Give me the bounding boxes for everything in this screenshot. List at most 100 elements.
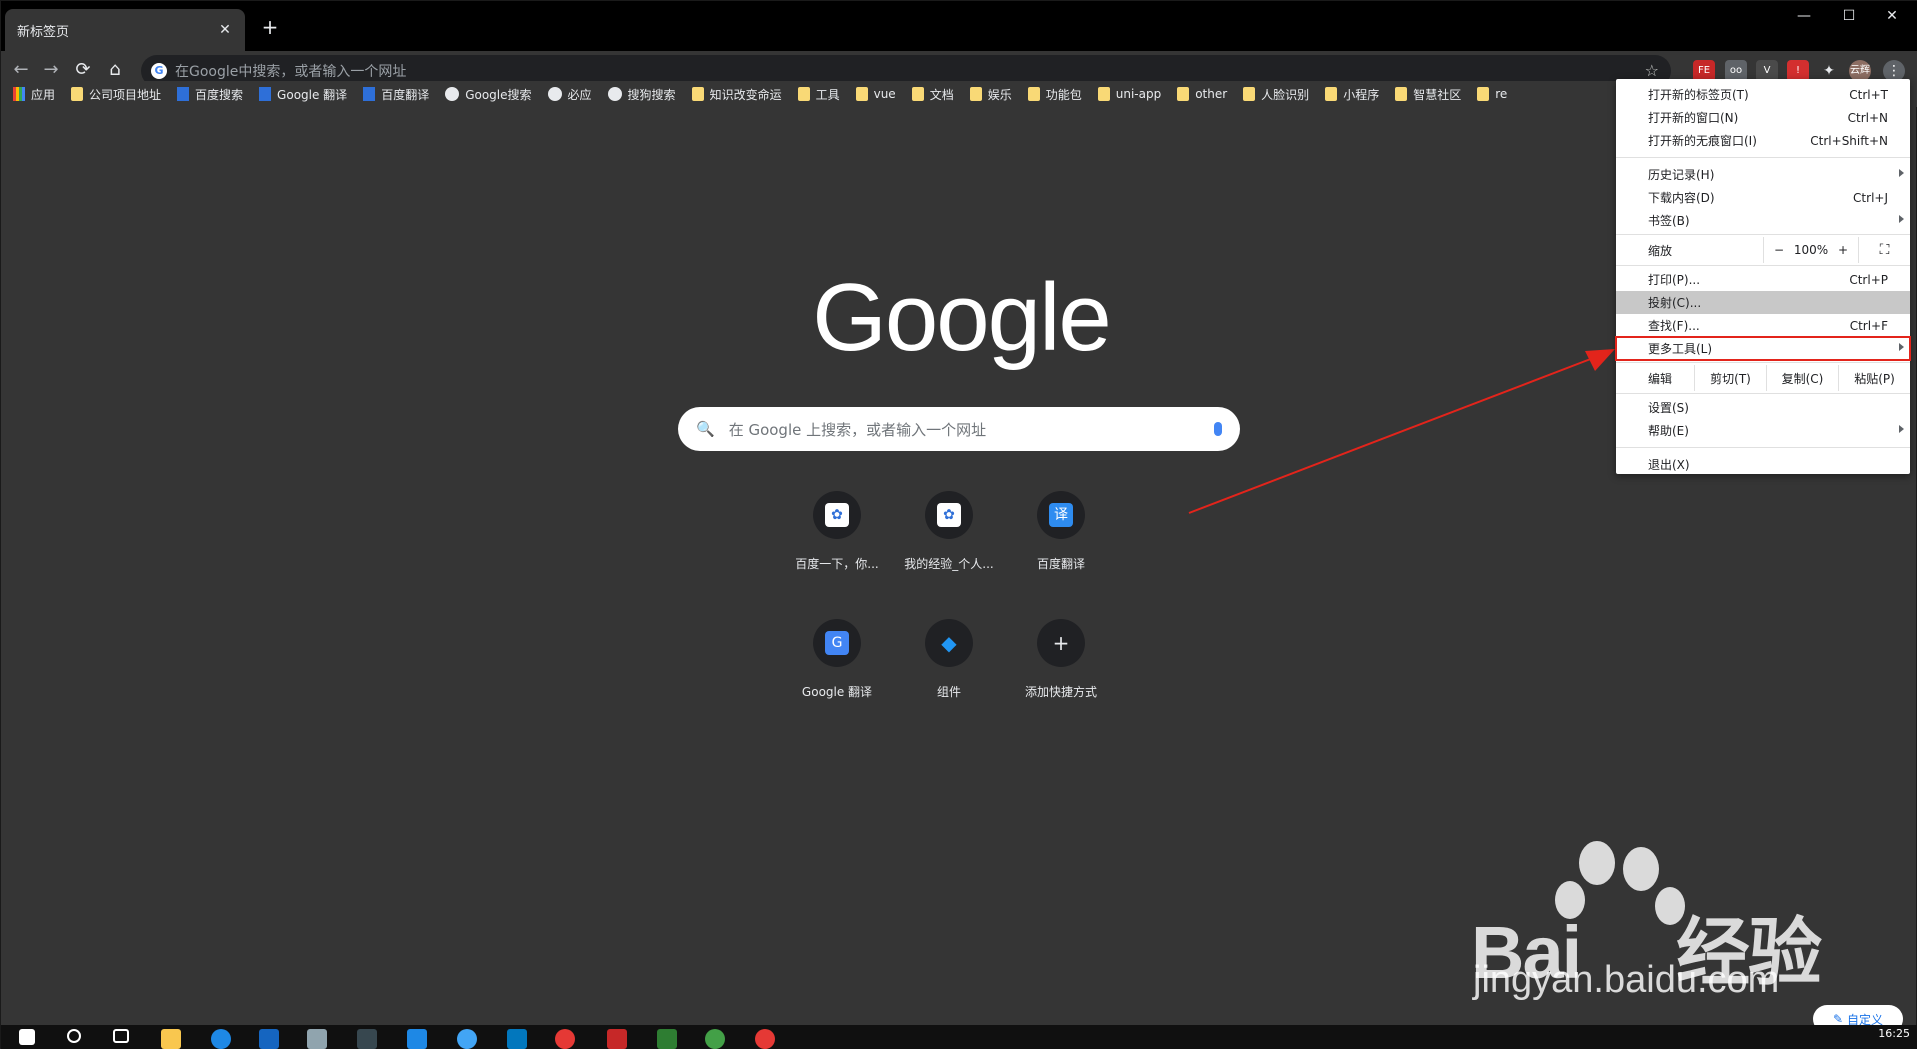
- windows-start-icon[interactable]: [19, 1029, 35, 1045]
- wps-icon[interactable]: [407, 1029, 427, 1049]
- bookmark-item[interactable]: 搜狗搜索: [607, 86, 676, 103]
- ntp-search-box[interactable]: 🔍 在 Google 上搜索，或者输入一个网址: [678, 407, 1240, 451]
- bookmark-item[interactable]: Google 翻译: [259, 86, 347, 103]
- feishu-icon[interactable]: [457, 1029, 477, 1049]
- shortcut-tile[interactable]: 译 百度翻译: [1005, 491, 1117, 572]
- paste-button[interactable]: 粘贴(P): [1838, 365, 1910, 391]
- close-icon[interactable]: ✕: [217, 22, 233, 38]
- menu-item-settings[interactable]: 设置(S): [1616, 396, 1910, 419]
- add-shortcut-tile[interactable]: + 添加快捷方式: [1005, 619, 1117, 700]
- bookmark-item[interactable]: 智慧社区: [1395, 86, 1461, 103]
- bookmark-item[interactable]: 百度搜索: [177, 86, 243, 103]
- filezilla-icon[interactable]: [607, 1029, 627, 1049]
- tile-label: 百度翻译: [1036, 557, 1085, 571]
- bookmark-label: 公司项目地址: [89, 87, 162, 102]
- cut-button[interactable]: 剪切(T): [1694, 365, 1766, 391]
- bookmark-item[interactable]: 必应: [547, 86, 592, 103]
- menu-item-bookmarks[interactable]: 书签(B): [1616, 209, 1910, 232]
- menu-item-more-tools[interactable]: 更多工具(L): [1615, 336, 1911, 361]
- bookmark-label: 知识改变命运: [709, 87, 782, 102]
- menu-shortcut: Ctrl+Shift+N: [1810, 133, 1888, 148]
- shortcut-tile[interactable]: ✿ 百度一下，你...: [781, 491, 893, 572]
- menu-divider: [1616, 393, 1910, 394]
- watermark-url: jingyan.baidu.com: [1473, 959, 1780, 1001]
- bookmark-item[interactable]: other: [1177, 87, 1227, 101]
- bookmark-label: vue: [873, 87, 896, 101]
- menu-item-history[interactable]: 历史记录(H): [1616, 163, 1910, 186]
- menu-item-new-window[interactable]: 打开新的窗口(N) Ctrl+N: [1616, 106, 1910, 129]
- window-close-button[interactable]: ✕: [1864, 1, 1917, 31]
- menu-label: 设置(S): [1648, 401, 1689, 415]
- fullscreen-icon[interactable]: ⛶: [1858, 237, 1910, 263]
- bookmark-item[interactable]: 人脸识别: [1243, 86, 1309, 103]
- file-explorer-icon[interactable]: [161, 1029, 181, 1049]
- menu-item-help[interactable]: 帮助(E): [1616, 419, 1910, 442]
- bookmark-label: 百度翻译: [381, 87, 430, 102]
- menu-label: 书签(B): [1648, 214, 1690, 228]
- hbuilder-icon[interactable]: [657, 1029, 677, 1049]
- menu-label: 更多工具(L): [1648, 342, 1713, 356]
- baidu-icon: ✿: [937, 503, 961, 527]
- reload-icon[interactable]: ⟳: [71, 59, 95, 83]
- baidu-icon: ✿: [825, 503, 849, 527]
- bookmark-star-icon[interactable]: ☆: [1645, 61, 1659, 80]
- wechat-icon[interactable]: [705, 1029, 725, 1049]
- folder-icon: [1177, 87, 1190, 101]
- home-icon[interactable]: ⌂: [103, 59, 127, 83]
- zoom-in-button[interactable]: +: [1828, 237, 1858, 263]
- menu-item-find[interactable]: 查找(F)... Ctrl+F: [1616, 314, 1910, 337]
- back-icon[interactable]: ←: [9, 59, 33, 83]
- forward-icon[interactable]: →: [39, 59, 63, 83]
- globe-icon: [547, 87, 562, 101]
- folder-icon: [1477, 87, 1490, 101]
- shortcut-tile[interactable]: ✿ 我的经验_个人...: [893, 491, 1005, 572]
- shortcut-tile[interactable]: ◆ 组件: [893, 619, 1005, 700]
- bookmark-item[interactable]: 工具: [797, 86, 840, 103]
- google-logo: Google: [812, 264, 1112, 371]
- tab-title: 新标签页: [17, 24, 70, 40]
- menu-shortcut: Ctrl+F: [1849, 318, 1888, 333]
- bookmark-label: 娱乐: [987, 87, 1012, 102]
- bookmark-item[interactable]: 知识改变命运: [691, 86, 782, 103]
- menu-edit-row: 编辑 剪切(T) 复制(C) 粘贴(P): [1616, 365, 1910, 391]
- bookmark-item[interactable]: 小程序: [1325, 86, 1379, 103]
- menu-item-cast[interactable]: 投射(C)...: [1616, 291, 1910, 314]
- bookmark-item[interactable]: 文档: [911, 86, 954, 103]
- browser-icon[interactable]: [211, 1029, 231, 1049]
- menu-item-exit[interactable]: 退出(X): [1616, 453, 1910, 476]
- task-view-icon[interactable]: [113, 1029, 129, 1043]
- menu-divider: [1616, 265, 1910, 266]
- chrome-icon[interactable]: [555, 1029, 575, 1049]
- shortcut-tile[interactable]: G Google 翻译: [781, 619, 893, 700]
- bookmark-item[interactable]: 功能包: [1027, 86, 1082, 103]
- menu-item-new-incognito[interactable]: 打开新的无痕窗口(I) Ctrl+Shift+N: [1616, 129, 1910, 152]
- bookmark-item[interactable]: re: [1477, 87, 1507, 101]
- bookmark-item[interactable]: vue: [855, 87, 896, 101]
- new-tab-button[interactable]: +: [257, 15, 283, 41]
- bookmark-item[interactable]: 公司项目地址: [71, 86, 161, 103]
- baidu-icon: [177, 87, 190, 101]
- copy-button[interactable]: 复制(C): [1766, 365, 1838, 391]
- menu-item-downloads[interactable]: 下载内容(D) Ctrl+J: [1616, 186, 1910, 209]
- bookmark-item[interactable]: uni-app: [1097, 87, 1161, 101]
- submenu-arrow-icon: [1899, 169, 1904, 177]
- bookmark-item[interactable]: Google搜索: [445, 86, 532, 103]
- bookmark-item[interactable]: 应用: [13, 86, 55, 103]
- search-icon[interactable]: [67, 1029, 81, 1043]
- google-icon: G: [151, 63, 167, 79]
- zoom-out-button[interactable]: −: [1764, 237, 1794, 263]
- powershell-icon[interactable]: [259, 1029, 279, 1049]
- terminal-icon[interactable]: [357, 1029, 377, 1049]
- menu-label: 投射(C)...: [1648, 296, 1702, 310]
- folder-icon: [1097, 87, 1110, 101]
- netease-music-icon[interactable]: [755, 1029, 775, 1049]
- app-icon[interactable]: [307, 1029, 327, 1049]
- menu-shortcut: Ctrl+N: [1847, 110, 1888, 125]
- bookmark-item[interactable]: 百度翻译: [363, 86, 429, 103]
- vscode-icon[interactable]: [507, 1029, 527, 1049]
- tab-new-tab[interactable]: 新标签页 ✕: [5, 9, 245, 51]
- menu-item-print[interactable]: 打印(P)... Ctrl+P: [1616, 268, 1910, 291]
- folder-icon: [855, 87, 868, 101]
- bookmark-item[interactable]: 娱乐: [969, 86, 1012, 103]
- menu-item-new-tab[interactable]: 打开新的标签页(T) Ctrl+T: [1616, 83, 1910, 106]
